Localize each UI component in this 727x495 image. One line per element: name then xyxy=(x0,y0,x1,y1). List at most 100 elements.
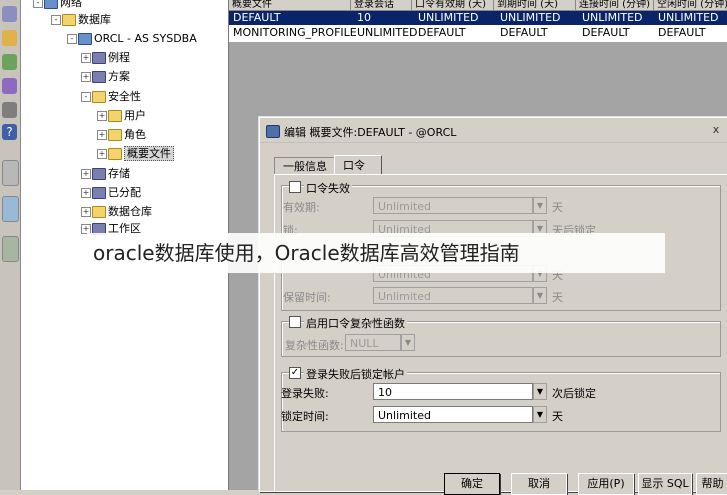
grid-header[interactable]: 口令有效期 (天) xyxy=(412,0,494,11)
dialog-titlebar[interactable]: 编辑 概要文件:DEFAULT - @ORCL x xyxy=(260,118,727,143)
grid-header[interactable]: 空闲时间 (分钟) xyxy=(654,0,727,11)
close-button[interactable]: x xyxy=(708,124,724,136)
grid-header[interactable]: 到期时间 (天) xyxy=(494,0,576,11)
distributed-icon xyxy=(92,187,106,199)
folder-icon xyxy=(62,14,76,26)
sql-icon[interactable] xyxy=(2,78,17,94)
warehouse-icon xyxy=(92,206,106,218)
profile-icon xyxy=(266,125,280,138)
expander[interactable]: - xyxy=(67,34,77,44)
expire-checkbox-label: 口令失效 xyxy=(304,180,352,196)
reuse-time-field[interactable]: Unlimited xyxy=(373,287,533,304)
failed-logins-label: 登录失败: xyxy=(281,387,329,400)
tree-label: 方案 xyxy=(108,70,130,83)
cancel-button[interactable]: 取消 xyxy=(511,473,567,495)
table-row[interactable]: MONITORING_PROFILE UNLIMITED DEFAULT DEF… xyxy=(229,26,727,40)
chevron-down-icon[interactable]: ▼ xyxy=(533,406,547,423)
tree-node-profiles[interactable]: + 概要文件 xyxy=(97,146,174,162)
navigator-icon[interactable] xyxy=(2,6,17,22)
table-cell: UNLIMITED xyxy=(500,11,561,24)
grid-header[interactable]: 连接时间 (分钟) xyxy=(576,0,654,11)
help-button[interactable]: 帮助 xyxy=(696,473,727,495)
account-lock-checkbox[interactable]: ✓ xyxy=(289,367,301,379)
tab-general[interactable]: 一般信息 xyxy=(274,157,336,175)
expander[interactable]: + xyxy=(81,188,91,198)
lock-icon xyxy=(92,91,106,103)
table-cell: DEFAULT xyxy=(418,26,466,39)
table-cell: UNLIMITED xyxy=(418,11,479,24)
tree-node-instance[interactable]: + 例程 xyxy=(81,50,130,66)
expander[interactable]: - xyxy=(51,15,61,25)
delete-icon[interactable] xyxy=(2,102,17,118)
lifetime-field[interactable]: Unlimited xyxy=(373,197,533,214)
complexity-function-field[interactable]: NULL xyxy=(345,334,401,351)
expander[interactable]: + xyxy=(81,72,91,82)
lock-time-field[interactable]: Unlimited xyxy=(373,406,533,423)
tools-icon[interactable] xyxy=(2,196,19,222)
table-cell: UNLIMITED xyxy=(357,26,418,39)
create-icon[interactable] xyxy=(2,54,17,70)
tree-node-users[interactable]: + 用户 xyxy=(97,108,146,124)
expander[interactable]: - xyxy=(81,92,91,102)
complexity-checkbox[interactable] xyxy=(289,316,301,328)
left-toolbar: ? xyxy=(0,0,21,490)
table-row[interactable]: DEFAULT 10 UNLIMITED UNLIMITED UNLIMITED… xyxy=(229,11,727,25)
table-cell: DEFAULT xyxy=(233,11,281,24)
tree-node-orcl[interactable]: - ORCL - AS SYSDBA xyxy=(67,31,197,47)
tree-label: 数据库 xyxy=(78,13,111,26)
lock-time-unit: 天 xyxy=(552,410,563,423)
table-cell: MONITORING_PROFILE xyxy=(233,26,357,39)
dialog-title: 编辑 概要文件:DEFAULT - @ORCL xyxy=(284,126,457,139)
failed-logins-unit: 次后锁定 xyxy=(552,387,596,400)
show-sql-button[interactable]: 显示 SQL xyxy=(638,473,692,495)
grid-header[interactable]: 概要文件 xyxy=(229,0,351,11)
expander[interactable]: - xyxy=(33,0,43,8)
expire-checkbox[interactable] xyxy=(289,181,301,193)
table-cell: UNLIMITED xyxy=(658,11,719,24)
tree-node-distributed[interactable]: + 已分配 xyxy=(81,185,141,201)
chevron-down-icon[interactable]: ▼ xyxy=(533,383,547,400)
expander[interactable]: + xyxy=(81,207,91,217)
folder-icon xyxy=(108,148,122,160)
chevron-down-icon[interactable]: ▼ xyxy=(401,334,415,351)
tree-node-warehouse[interactable]: + 数据仓库 xyxy=(81,204,152,220)
edit-profile-dialog: 编辑 概要文件:DEFAULT - @ORCL x 一般信息 口令 口令失效 有… xyxy=(259,117,727,495)
failed-logins-field[interactable]: 10 xyxy=(373,383,533,400)
tree-node-storage[interactable]: + 存储 xyxy=(81,166,130,182)
expander[interactable]: + xyxy=(97,111,107,121)
storage-icon xyxy=(92,168,106,180)
expander[interactable]: + xyxy=(81,169,91,179)
network-icon xyxy=(44,0,58,9)
help-icon[interactable]: ? xyxy=(2,124,17,140)
ok-button[interactable]: 确定 xyxy=(444,473,500,495)
grid-header[interactable]: 登录会话 xyxy=(351,0,412,11)
tree-node-security[interactable]: - 安全性 xyxy=(81,89,141,105)
tree-node-network[interactable]: - 网络 xyxy=(33,0,82,11)
tree-label: 角色 xyxy=(124,128,146,141)
instance-icon xyxy=(92,52,106,64)
chevron-down-icon[interactable]: ▼ xyxy=(533,197,547,214)
tree-label-selected: 概要文件 xyxy=(124,146,174,161)
tree-node-schema[interactable]: + 方案 xyxy=(81,69,130,85)
table-cell: 10 xyxy=(357,11,371,24)
monitor-icon[interactable] xyxy=(2,236,19,262)
tree-node-roles[interactable]: + 角色 xyxy=(97,127,146,143)
chevron-down-icon[interactable]: ▼ xyxy=(533,287,547,304)
complexity-function-label: 复杂性函数: xyxy=(285,339,344,352)
folder-icon xyxy=(108,110,122,122)
tab-password[interactable]: 口令 xyxy=(334,155,382,175)
tree-node-databases[interactable]: - 数据库 xyxy=(51,12,111,28)
complexity-checkbox-label: 启用口令复杂性函数 xyxy=(304,315,407,331)
profiles-grid: 概要文件 登录会话 口令有效期 (天) 到期时间 (天) 连接时间 (分钟) 空… xyxy=(229,0,727,42)
report-icon[interactable] xyxy=(2,160,19,186)
tree-label: 网络 xyxy=(60,0,82,9)
expander[interactable]: + xyxy=(97,149,107,159)
table-cell: DEFAULT xyxy=(500,26,548,39)
watermark-caption: oracle数据库使用，Oracle数据库高效管理指南 xyxy=(87,233,665,273)
expander[interactable]: + xyxy=(81,53,91,63)
expander[interactable]: + xyxy=(97,130,107,140)
apply-button[interactable]: 应用(P) xyxy=(578,473,634,495)
lock-time-label: 锁定时间: xyxy=(281,410,329,423)
table-cell: DEFAULT xyxy=(582,26,630,39)
wizard-icon[interactable] xyxy=(2,30,17,46)
